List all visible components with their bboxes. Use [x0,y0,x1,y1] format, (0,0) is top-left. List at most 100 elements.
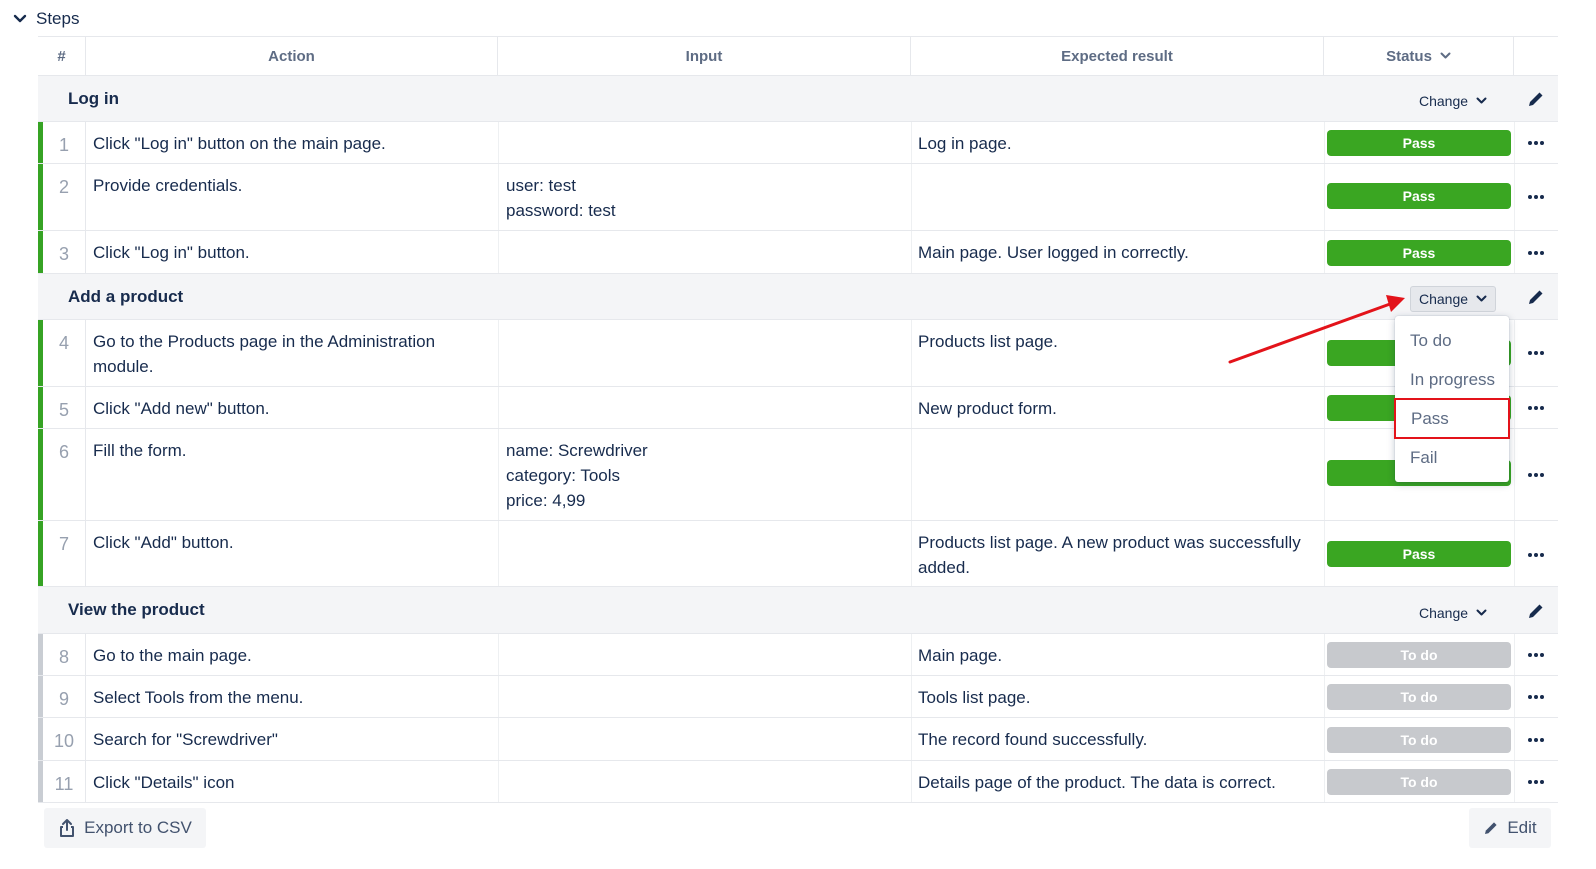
column-divider [911,676,912,717]
column-divider [1514,521,1515,586]
status-badge[interactable]: Pass [1327,130,1511,156]
option-to-do[interactable]: To do [1395,322,1509,360]
status-badge[interactable]: To do [1327,769,1511,795]
change-status-button[interactable]: Change [1410,88,1496,114]
status-badge[interactable]: To do [1327,684,1511,710]
column-divider [1324,521,1325,586]
table-row: 4 Go to the Products page in the Administ… [38,320,1558,387]
step-input [506,231,906,273]
column-divider [1324,231,1325,273]
step-input-line: password: test [506,201,616,220]
edit-button[interactable]: Edit [1469,808,1551,848]
column-divider [498,164,499,230]
step-expected: Log in page. [918,122,1318,163]
column-divider [1324,122,1325,163]
more-icon[interactable] [1527,694,1545,700]
status-badge[interactable]: Pass [1327,240,1511,266]
edit-label: Edit [1507,818,1537,837]
step-expected-line: Log in page. [918,134,1012,153]
status-badge[interactable]: To do [1327,642,1511,668]
step-expected: Main page. [918,634,1318,675]
col-num: # [38,37,86,75]
step-action: Go to the Products page in the Administr… [93,320,493,386]
status-cell: To do [1327,769,1511,795]
step-number: 9 [43,676,86,717]
status-cell: To do [1327,684,1511,710]
more-icon[interactable] [1527,552,1545,558]
column-divider [498,122,499,163]
more-icon[interactable] [1527,140,1545,146]
option-in-progress[interactable]: In progress [1395,361,1509,399]
step-input [506,634,906,675]
step-action: Click "Add new" button. [93,387,493,428]
change-status-button[interactable]: Change [1410,286,1496,312]
pencil-icon[interactable] [1527,288,1545,306]
pencil-icon[interactable] [1527,90,1545,108]
pencil-icon[interactable] [1527,602,1545,620]
step-expected-line: Main page. User logged in correctly. [918,243,1189,262]
col-status-sort[interactable]: Status [1324,37,1514,75]
more-icon[interactable] [1527,194,1545,200]
step-number: 7 [43,521,86,586]
step-action-line: Go to the Products page in the Administr… [93,332,436,351]
step-number: 2 [43,164,86,230]
column-divider [1324,676,1325,717]
step-expected-line: New product form. [918,399,1057,418]
step-number: 4 [43,320,86,386]
column-divider [1514,718,1515,760]
step-input: user: test password: test [506,164,906,230]
status-badge[interactable]: Pass [1327,541,1511,567]
column-divider [911,231,912,273]
export-csv-button[interactable]: Export to CSV [44,808,206,848]
step-expected-line: Tools list page. [918,688,1031,707]
status-badge[interactable]: Pass [1327,183,1511,209]
step-action-line: Go to the main page. [93,646,252,665]
change-status-button[interactable]: Change [1410,600,1496,626]
step-action: Fill the form. [93,429,493,520]
table-header: # Action Input Expected result Status [38,36,1558,76]
steps-toggle[interactable]: Steps [12,6,79,32]
status-badge[interactable]: To do [1327,727,1511,753]
step-number: 5 [43,387,86,428]
column-divider [1514,231,1515,273]
col-input: Input [498,37,911,75]
option-pass[interactable]: Pass [1394,398,1510,439]
step-input-line: price: 4,99 [506,491,586,510]
column-divider [498,676,499,717]
change-label: Change [1418,93,1469,109]
more-icon[interactable] [1527,472,1545,478]
col-expected: Expected result [911,37,1324,75]
step-expected-line: added. [918,558,970,577]
step-action-line: module. [93,357,154,376]
section-title: Add a product [68,286,184,306]
step-action-line: Click "Add" button. [93,533,234,552]
step-input [506,718,906,760]
step-action-line: Click "Log in" button. [93,243,250,262]
step-expected: Tools list page. [918,676,1318,717]
column-divider [911,387,912,428]
option-fail[interactable]: Fail [1395,439,1509,477]
column-divider [911,761,912,802]
status-cell: To do [1327,727,1511,753]
column-divider [1324,429,1325,520]
column-divider [498,320,499,386]
column-divider [498,387,499,428]
step-input-line: user: test [506,176,576,195]
more-icon[interactable] [1527,350,1545,356]
status-cell: Pass [1327,130,1511,156]
status-cell: Pass [1327,240,1511,266]
more-icon[interactable] [1527,405,1545,411]
step-action-line: Click "Details" icon [93,773,235,792]
export-icon [60,819,75,837]
more-icon[interactable] [1527,250,1545,256]
step-action: Click "Details" icon [93,761,493,802]
step-action: Provide credentials. [93,164,493,230]
more-icon[interactable] [1527,652,1545,658]
more-icon[interactable] [1527,737,1545,743]
change-label: Change [1418,605,1469,621]
step-expected-line: Main page. [918,646,1003,665]
step-action: Click "Log in" button on the main page. [93,122,493,163]
step-expected [918,164,1318,230]
step-input [506,761,906,802]
more-icon[interactable] [1527,779,1545,785]
